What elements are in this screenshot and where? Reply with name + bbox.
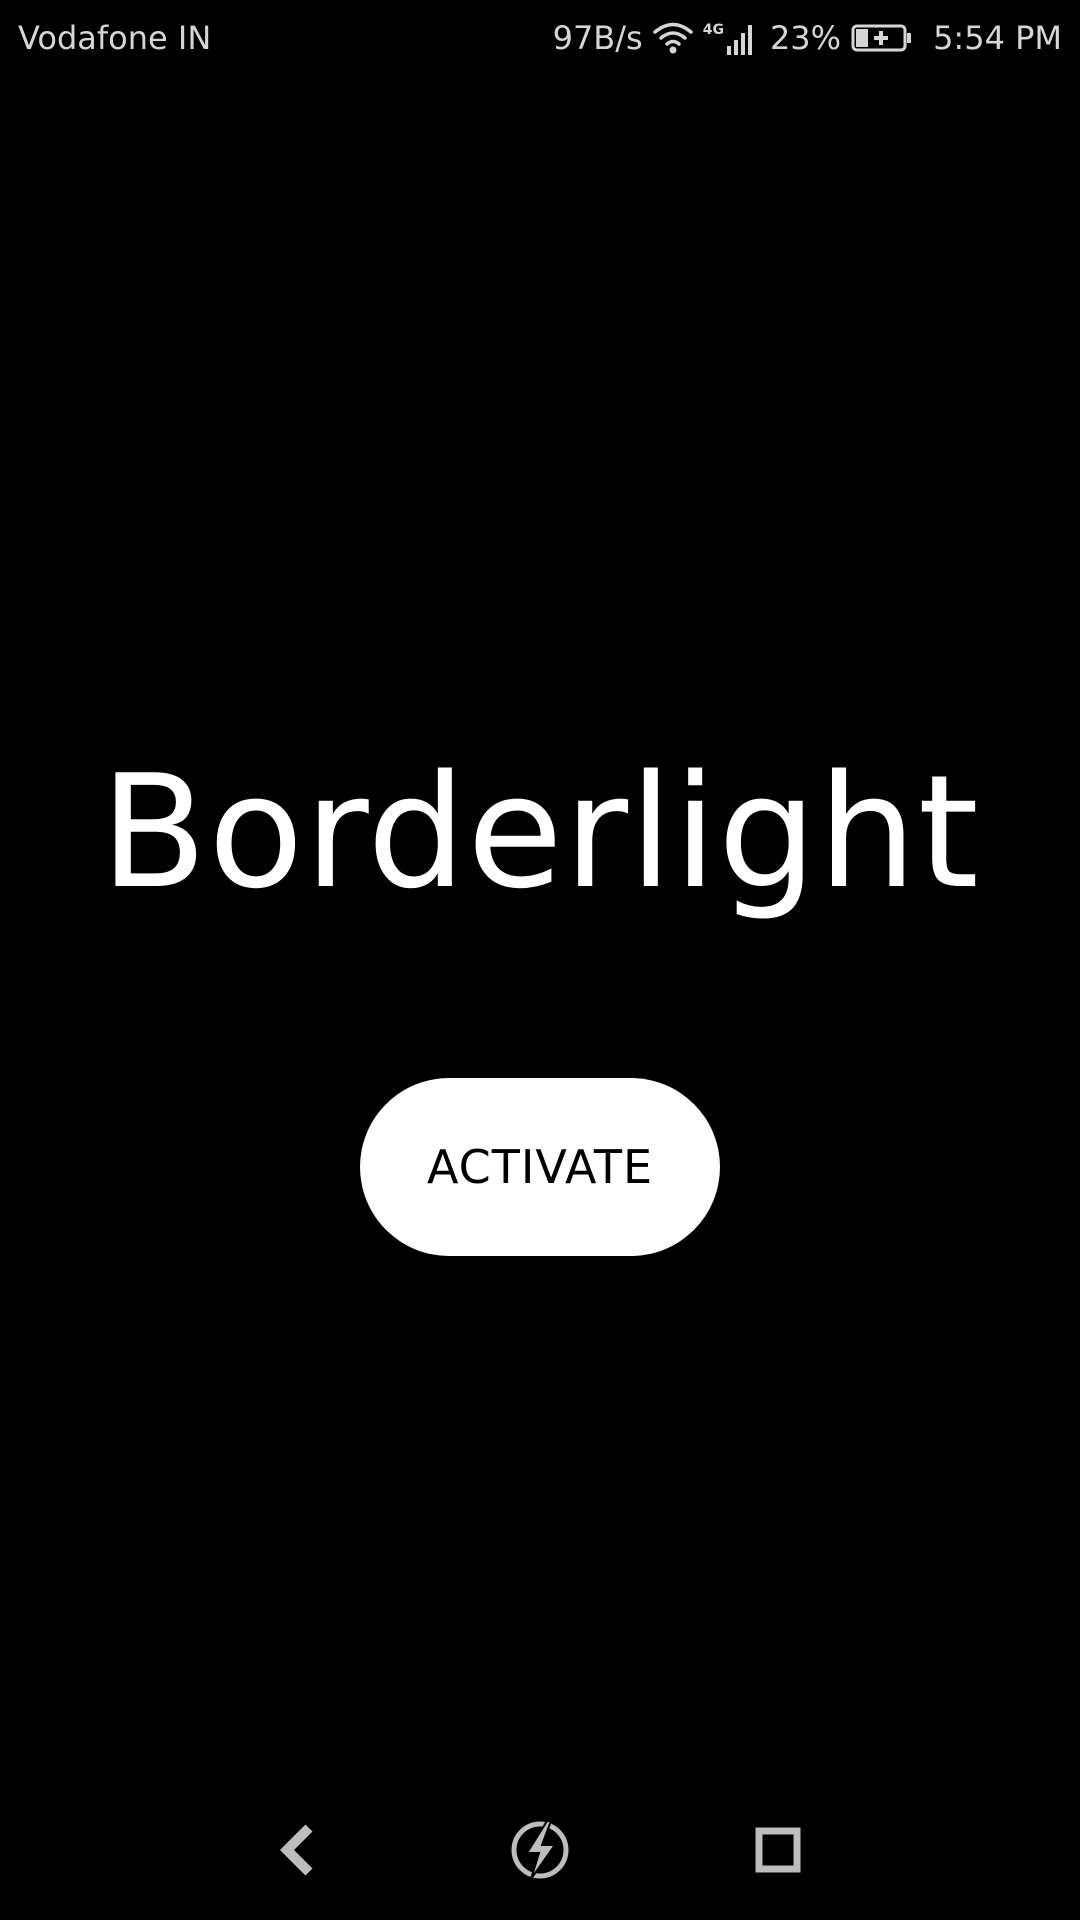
battery-charging-icon xyxy=(851,23,913,53)
recents-icon xyxy=(753,1825,803,1879)
clock: 5:54 PM xyxy=(933,19,1062,57)
status-right: 97B/s 4G 23% 5:54 PM xyxy=(553,19,1062,57)
back-button[interactable] xyxy=(258,1812,338,1892)
status-left: Vodafone IN xyxy=(18,19,211,57)
activate-button-label: ACTIVATE xyxy=(426,1140,654,1194)
signal-icon xyxy=(726,20,756,56)
back-icon xyxy=(273,1822,323,1882)
wifi-icon xyxy=(652,21,693,55)
recents-button[interactable] xyxy=(738,1812,818,1892)
activate-button[interactable]: ACTIVATE xyxy=(360,1078,720,1256)
home-icon xyxy=(505,1815,575,1889)
navigation-bar xyxy=(0,1790,1080,1920)
status-bar: Vodafone IN 97B/s 4G 23% 5:54 PM xyxy=(0,0,1080,76)
screen: Vodafone IN 97B/s 4G 23% 5:54 PM Borderl… xyxy=(0,0,1080,1920)
carrier-name: Vodafone IN xyxy=(18,19,212,57)
battery-percent: 23% xyxy=(769,19,842,57)
home-button[interactable] xyxy=(500,1812,580,1892)
net-speed: 97B/s xyxy=(552,19,643,57)
network-type: 4G xyxy=(702,22,724,38)
signal-group: 4G xyxy=(703,20,756,56)
app-title: Borderlight xyxy=(100,741,980,923)
